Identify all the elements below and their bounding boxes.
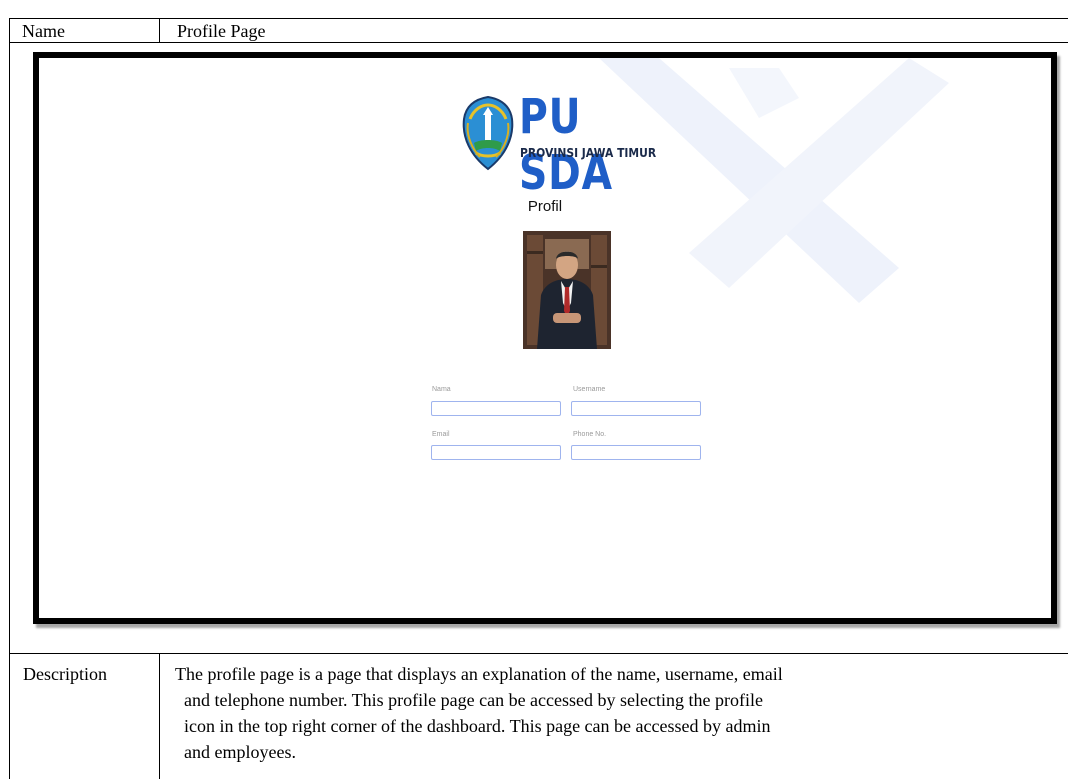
nama-input[interactable]: [431, 401, 561, 416]
nama-label: Nama: [432, 386, 451, 393]
description-text: The profile page is a page that displays…: [175, 664, 783, 762]
screenshot-row: PU SDA PROVINSI JAWA TIMUR Profil Nama U…: [10, 43, 1068, 654]
phone-label: Phone No.: [573, 431, 607, 438]
profile-photo: [523, 231, 611, 349]
email-label: Email: [432, 431, 450, 438]
name-label: Name: [10, 19, 160, 42]
name-row: Name Profile Page: [10, 19, 1068, 43]
description-row: Description The profile page is a page t…: [10, 654, 1068, 779]
app-screenshot: PU SDA PROVINSI JAWA TIMUR Profil Nama U…: [33, 52, 1057, 624]
phone-input[interactable]: [571, 445, 701, 460]
logo-subtitle: PROVINSI JAWA TIMUR: [520, 145, 657, 160]
coat-of-arms-icon: [462, 95, 514, 171]
description-label: Description: [10, 654, 160, 779]
document-table: Name Profile Page PU SDA PROVINSI JAWA T…: [9, 18, 1068, 779]
page-title: Profil: [527, 198, 563, 215]
name-value: Profile Page: [177, 21, 266, 41]
username-input[interactable]: [571, 401, 701, 416]
username-label: Username: [573, 386, 606, 393]
pusda-logo: PU SDA PROVINSI JAWA TIMUR: [460, 89, 700, 201]
email-input[interactable]: [431, 445, 561, 460]
